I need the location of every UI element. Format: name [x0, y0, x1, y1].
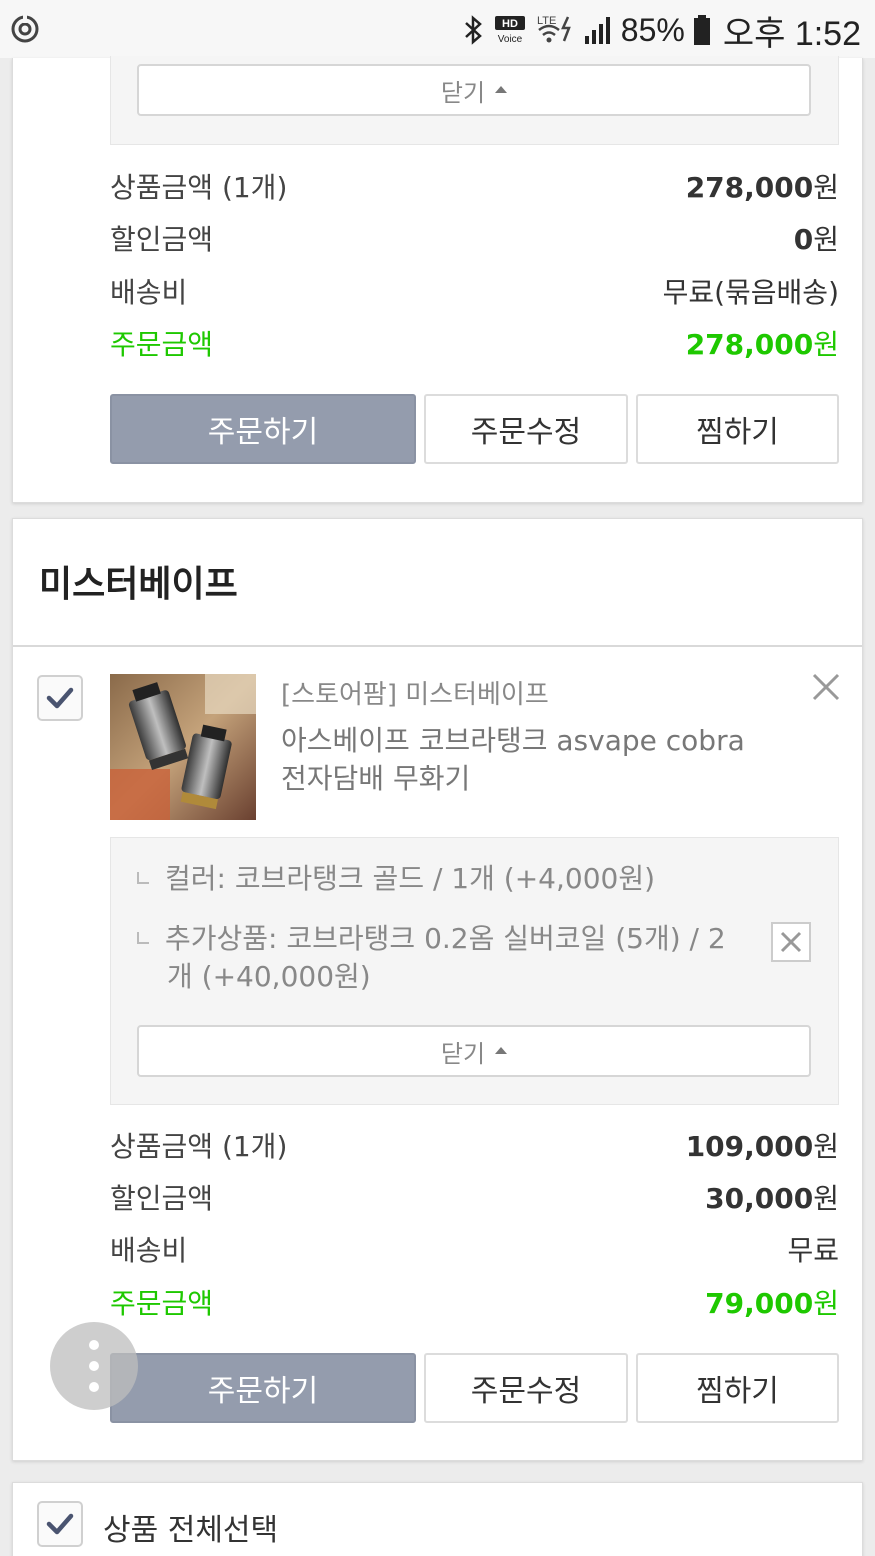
status-bar: HD Voice LTE 85% 오후 1:52 [0, 0, 875, 58]
options-close-button[interactable]: 닫기 [137, 64, 811, 116]
close-icon [780, 931, 802, 953]
addon-option-line: 추가상품: 코브라탱크 0.2옴 실버코일 (5개) / 2 개 (+40,00… [137, 920, 726, 996]
discount-value: 30,000원 [705, 1182, 839, 1215]
discount-row: 할인금액 0원 [110, 218, 839, 258]
discount-label: 할인금액 [110, 1182, 214, 1215]
option-box: 닫기 [110, 56, 839, 145]
product-amount-value: 278,000원 [685, 171, 839, 204]
bluetooth-icon [464, 15, 482, 45]
order-button[interactable]: 주문하기 [110, 394, 416, 464]
product-amount-label: 상품금액 (1개) [110, 171, 288, 204]
store-name: 미스터베이프 [39, 564, 238, 605]
order-buttons: 주문하기 주문수정 찜하기 [110, 394, 839, 464]
caret-up-icon [495, 1046, 508, 1054]
select-all-bar: 상품 전체선택 [12, 1482, 863, 1556]
shipping-row: 배송비 무료(묶음배송) [110, 271, 839, 311]
more-dot-icon [89, 1361, 99, 1371]
option-corner-icon [137, 872, 149, 884]
order-amount-row: 주문금액 278,000원 [110, 323, 839, 363]
options-close-label: 닫기 [440, 1039, 486, 1068]
options-close-label: 닫기 [440, 78, 486, 107]
shipping-label: 배송비 [110, 276, 188, 309]
order-amount-row: 주문금액 79,000원 [110, 1282, 839, 1322]
order-amount-value: 79,000원 [705, 1287, 839, 1320]
product-amount-label: 상품금액 (1개) [110, 1130, 288, 1163]
select-all-checkbox[interactable] [37, 1501, 83, 1547]
more-dot-icon [89, 1340, 99, 1350]
check-icon [46, 687, 74, 709]
edit-order-button[interactable]: 주문수정 [424, 394, 628, 464]
cart-store-card: 닫기 상품금액 (1개) 278,000원 할인금액 0원 배송비 무료(묶음배… [12, 56, 863, 503]
option-corner-icon [137, 932, 149, 944]
edit-order-button[interactable]: 주문수정 [424, 1353, 628, 1423]
product-amount-value: 109,000원 [685, 1130, 839, 1163]
discount-label: 할인금액 [110, 223, 214, 256]
cart-store-card: 미스터베이프 [스토어팜] 미스터베이프 아스베이프 코브라탱크 asvape … [12, 518, 863, 1461]
signal-icon [584, 17, 610, 44]
select-all-label[interactable]: 상품 전체선택 [103, 1505, 278, 1549]
order-button[interactable]: 주문하기 [110, 1353, 416, 1423]
shipping-value: 무료(묶음배송) [662, 276, 839, 309]
item-checkbox[interactable] [37, 675, 83, 721]
product-name-line: 아스베이프 코브라탱크 asvape cobra [281, 724, 745, 757]
battery-icon [693, 15, 710, 45]
svg-text:Voice: Voice [498, 34, 523, 45]
battery-percent: 85% [620, 11, 685, 48]
product-thumbnail[interactable] [110, 674, 256, 820]
option-box: 컬러: 코브라탱크 골드 / 1개 (+4,000원) 추가상품: 코브라탱크 … [110, 837, 839, 1105]
order-amount-label: 주문금액 [110, 1287, 214, 1320]
caret-up-icon [495, 85, 508, 93]
product-store-label: [스토어팜] 미스터베이프 [281, 680, 549, 710]
more-dot-icon [89, 1382, 99, 1392]
color-option-line: 컬러: 코브라탱크 골드 / 1개 (+4,000원) [137, 860, 655, 898]
product-name[interactable]: 아스베이프 코브라탱크 asvape cobra 전자담배 무화기 [281, 722, 801, 798]
svg-text:HD: HD [502, 18, 518, 30]
product-name-line: 전자담배 무화기 [281, 762, 471, 795]
remove-item-icon[interactable] [810, 671, 842, 703]
product-amount-row: 상품금액 (1개) 278,000원 [110, 166, 839, 206]
order-buttons: 주문하기 주문수정 찜하기 [110, 1353, 839, 1423]
lte-wifi-icon: LTE [537, 15, 571, 43]
product-amount-row: 상품금액 (1개) 109,000원 [110, 1125, 839, 1165]
shipping-label: 배송비 [110, 1234, 188, 1267]
shipping-row: 배송비 무료 [110, 1229, 839, 1269]
app-notification-icon [11, 15, 39, 43]
wishlist-button[interactable]: 찜하기 [636, 1353, 839, 1423]
options-close-button[interactable]: 닫기 [137, 1025, 811, 1077]
order-amount-label: 주문금액 [110, 328, 214, 361]
order-amount-value: 278,000원 [685, 328, 839, 361]
wishlist-button[interactable]: 찜하기 [636, 394, 839, 464]
check-icon [46, 1513, 74, 1535]
clock: 오후 1:52 [722, 14, 861, 53]
divider [13, 645, 862, 647]
floating-more-button[interactable] [50, 1322, 138, 1410]
discount-row: 할인금액 30,000원 [110, 1177, 839, 1217]
shipping-value: 무료 [787, 1234, 839, 1267]
discount-value: 0원 [793, 223, 839, 256]
hd-voice-icon: HD Voice [494, 16, 525, 45]
remove-addon-button[interactable] [771, 922, 811, 962]
